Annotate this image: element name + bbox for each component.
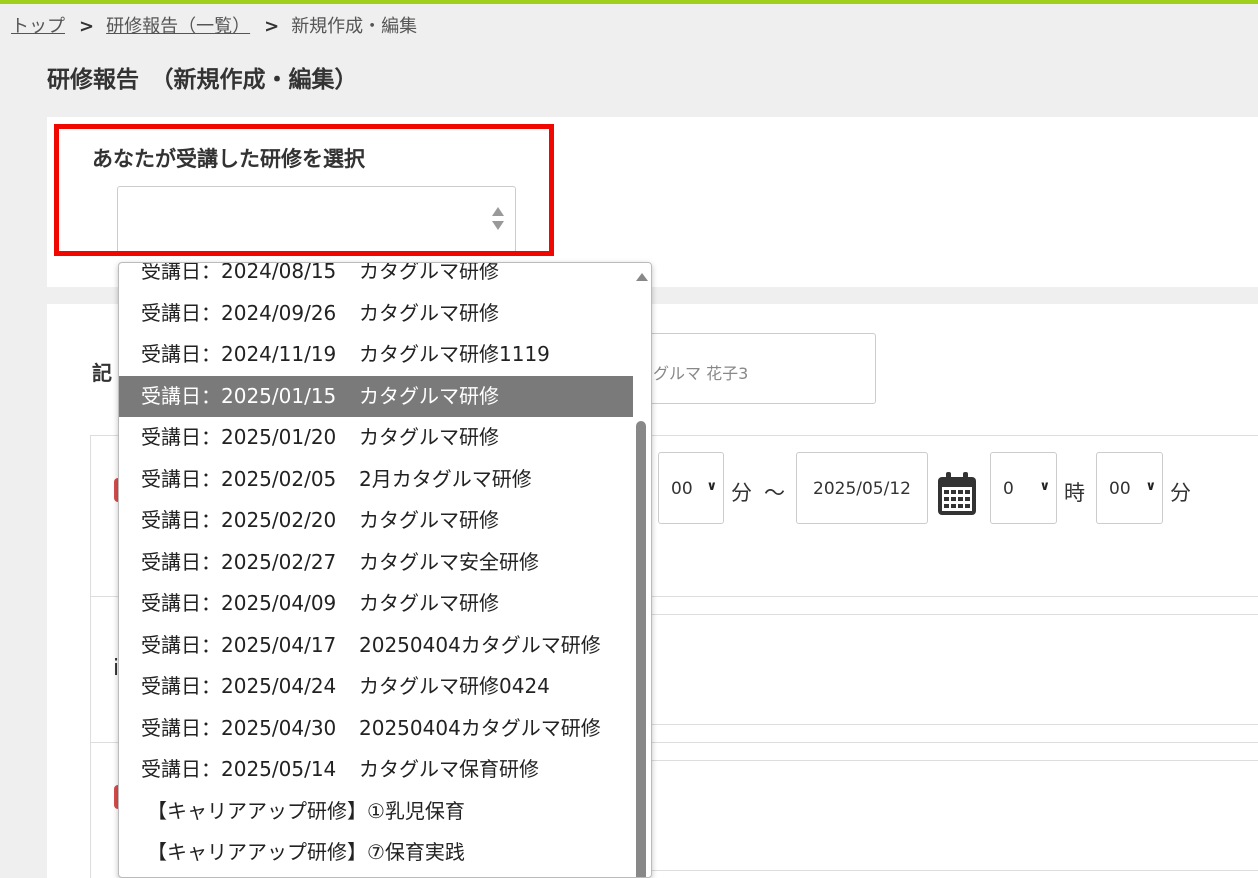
option-date: 受講日：2025/05/14: [141, 757, 337, 781]
range-separator: ～: [764, 481, 785, 505]
dropdown-option[interactable]: 受講日：2025/05/14 カタグルマ保育研修: [119, 749, 634, 791]
dropdown-option[interactable]: 受講日：2025/01/15 カタグルマ研修: [119, 375, 634, 417]
option-date: 受講日：2025/04/30: [141, 715, 337, 740]
option-date: 受講日：2024/08/15: [141, 262, 337, 283]
option-name: 20250404カタグルマ研修: [359, 632, 601, 657]
page-title: 研修報告 （新規作成・編集）: [47, 67, 358, 93]
option-date: 受講日：2024/09/26: [141, 300, 337, 325]
form-divider: [90, 435, 91, 878]
dropdown-options: 受講日：2024/08/15 カタグルマ研修 受講日：2024/09/26 カタグルマ…: [119, 262, 634, 874]
dropdown-option[interactable]: 受講日：2025/02/05 2月カタグルマ研修: [119, 459, 634, 501]
end-hour-select[interactable]: 0 ∨: [990, 452, 1057, 524]
option-name: カタグルマ研修: [359, 383, 499, 408]
form-divider: [652, 760, 1258, 761]
author-field-label: 記: [92, 361, 112, 385]
option-date: 受講日：2025/01/15: [141, 383, 337, 408]
top-accent-bar: [0, 0, 1258, 4]
start-minute-value: 00: [671, 479, 693, 499]
dropdown-option[interactable]: 受講日：2025/04/30 20250404カタグルマ研修: [119, 708, 634, 750]
hour-unit-label: 時: [1064, 481, 1085, 505]
dropdown-option[interactable]: 受講日：2025/02/27 カタグルマ安全研修: [119, 542, 634, 584]
option-date: 受講日：2025/02/05: [141, 466, 337, 491]
dropdown-option[interactable]: 受講日：2025/02/20 カタグルマ研修: [119, 500, 634, 542]
training-dropdown-list[interactable]: 受講日：2024/08/15 カタグルマ研修 受講日：2024/09/26 カタグルマ…: [118, 262, 652, 878]
scroll-up-arrow-icon[interactable]: [636, 273, 648, 281]
chevron-down-icon: ∨: [1145, 479, 1156, 494]
breadcrumb-separator: >: [79, 16, 95, 37]
option-name: 2月カタグルマ研修: [359, 466, 532, 491]
option-date: 受講日：2025/02/20: [141, 508, 337, 532]
option-date: 受講日：2025/02/27: [141, 549, 337, 574]
dropdown-option[interactable]: 受講日：2025/01/20 カタグルマ研修: [119, 417, 634, 459]
dropdown-option[interactable]: 受講日：2025/04/24 カタグルマ研修0424: [119, 666, 634, 708]
form-divider: [652, 724, 1258, 725]
option-name: カタグルマ安全研修: [359, 549, 539, 574]
end-date-value: 2025/05/12: [813, 479, 911, 499]
breadcrumb-top-link[interactable]: トップ: [11, 16, 65, 37]
dropdown-option[interactable]: 受講日：2025/04/09 カタグルマ研修: [119, 583, 634, 625]
breadcrumb-separator: >: [264, 16, 280, 37]
minute-unit-label: 分: [1170, 481, 1191, 505]
author-name-value: グルマ 花子3: [653, 364, 749, 383]
end-hour-value: 0: [1003, 479, 1014, 499]
option-name: カタグルマ保育研修: [359, 757, 539, 781]
end-minute-select[interactable]: 00 ∨: [1096, 452, 1163, 524]
end-date-input[interactable]: 2025/05/12: [796, 452, 928, 524]
dropdown-option[interactable]: 受講日：2024/09/26 カタグルマ研修: [119, 293, 634, 335]
option-name: カタグルマ研修: [359, 591, 499, 615]
option-name: カタグルマ研修1119: [359, 342, 550, 366]
option-name: 【キャリアアップ研修】⑦保育実践: [147, 840, 465, 864]
breadcrumb-current: 新規作成・編集: [291, 16, 418, 37]
dropdown-option[interactable]: 受講日：2024/11/19 カタグルマ研修1119: [119, 334, 634, 376]
option-name: 【キャリアアップ研修】①乳児保育: [147, 798, 465, 823]
option-name: カタグルマ研修: [359, 262, 499, 283]
option-date: 受講日：2025/01/20: [141, 425, 337, 449]
breadcrumb: トップ > 研修報告（一覧） > 新規作成・編集: [11, 12, 417, 38]
option-date: 受講日：2024/11/19: [141, 342, 337, 366]
chevron-down-icon: ∨: [706, 479, 717, 494]
option-date: 受講日：2025/04/09: [141, 591, 337, 615]
dropdown-option[interactable]: 【キャリアアップ研修】①乳児保育: [119, 791, 634, 833]
dropdown-scrollbar[interactable]: [633, 263, 651, 877]
breadcrumb-report-list-link[interactable]: 研修報告（一覧）: [106, 16, 250, 37]
option-date: 受講日：2025/04/24: [141, 674, 337, 698]
dropdown-option[interactable]: 受講日：2025/04/17 20250404カタグルマ研修: [119, 625, 634, 667]
end-minute-value: 00: [1109, 479, 1131, 499]
option-name: カタグルマ研修: [359, 508, 499, 532]
option-name: カタグルマ研修: [359, 300, 499, 325]
option-name: カタグルマ研修: [359, 425, 499, 449]
option-name: カタグルマ研修0424: [359, 674, 550, 698]
dropdown-option[interactable]: 受講日：2024/08/15 カタグルマ研修: [119, 262, 634, 293]
calendar-icon[interactable]: [936, 471, 978, 517]
form-divider: [652, 870, 1258, 871]
option-date: 受講日：2025/04/17: [141, 632, 337, 657]
minute-unit-label: 分: [731, 481, 752, 505]
dropdown-option[interactable]: 【キャリアアップ研修】⑦保育実践: [119, 832, 634, 874]
start-minute-select[interactable]: 00 ∨: [658, 452, 724, 524]
chevron-down-icon: ∨: [1039, 479, 1050, 494]
scrollbar-thumb[interactable]: [636, 421, 646, 877]
option-name: 20250404カタグルマ研修: [359, 715, 601, 740]
form-divider: [652, 614, 1258, 615]
highlight-annotation-box: [54, 124, 554, 256]
